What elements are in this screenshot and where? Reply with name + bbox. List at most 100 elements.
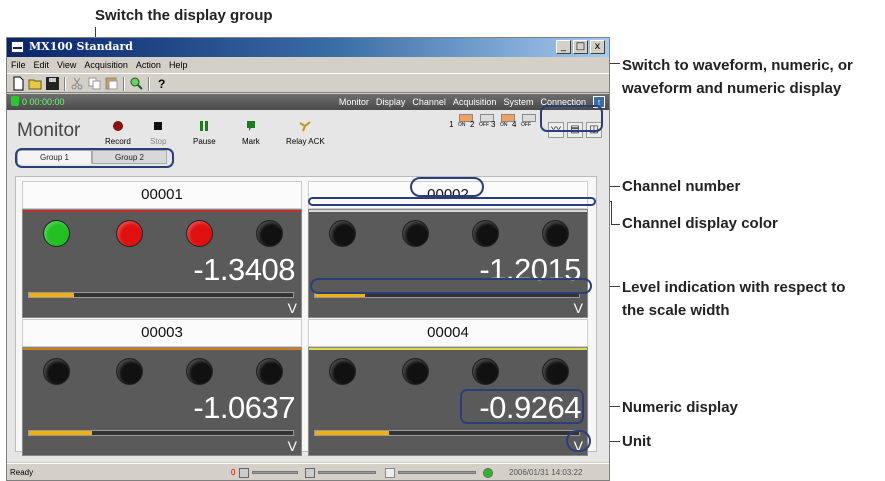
relay-ack-button[interactable]: Relay ACK [286,120,325,146]
annotation-level-1: Level indication with respect to [622,279,846,296]
annotation-channel-number: Channel number [622,178,741,195]
new-file-icon[interactable] [11,76,26,91]
menu-help[interactable]: Help [169,57,188,73]
record-button[interactable]: Record [105,120,131,146]
alarm-lamp [472,220,499,247]
help-icon[interactable]: ? [154,76,169,91]
channel-state-indicators: 1 ON 2 OFF 3 ON 4 OFF [449,114,536,129]
menu-view[interactable]: View [57,57,76,73]
level-fill [29,431,93,435]
memory-usage-bar [252,471,298,474]
toolbar-separator [123,77,125,91]
channel-color-line [23,210,301,212]
alarm-lamp [329,358,356,385]
alarm-lamp [186,220,213,247]
channel-body: -1.2015 V [308,209,588,318]
menu-edit[interactable]: Edit [34,57,50,73]
channel-state-number: 1 [449,120,454,129]
toolbar-separator [148,77,150,91]
open-folder-icon[interactable] [28,76,43,91]
maximize-button[interactable]: □ [573,40,588,54]
svg-text:?: ? [158,77,165,91]
alarm-lamp [116,220,143,247]
elapsed-time: 0 00:00:00 [11,94,65,110]
channel-card: 00001 -1.3408 V [22,181,302,318]
channel-state-number: 3 [491,120,496,129]
channel-state-box [522,114,536,122]
save-icon[interactable] [45,76,60,91]
nav-display[interactable]: Display [376,94,406,110]
channel-number: 00003 [22,319,302,347]
title-bar[interactable]: MX100 Standard _ □ x [7,38,609,57]
annotation-switch-display-1: Switch to waveform, numeric, or [622,57,853,74]
window-title: MX100 Standard [29,40,133,53]
nav-monitor[interactable]: Monitor [339,94,369,110]
annotation-level-2: the scale width [622,302,730,319]
channel-state-4[interactable]: 4 OFF [512,114,536,129]
close-button[interactable]: x [590,40,605,54]
alarm-lamp [43,220,70,247]
channel-body: -1.3408 V [22,209,302,318]
alarm-lamp [116,358,143,385]
cut-icon[interactable] [70,76,85,91]
level-bar [314,430,580,436]
pause-label: Pause [193,137,216,146]
channel-card: 00004 -0.9264 V [308,319,588,456]
copy-icon[interactable] [87,76,102,91]
status-datetime: 2006/01/31 14:03:22 [509,468,583,477]
connection-icon [483,468,493,478]
nav-system[interactable]: System [503,94,533,110]
annotation-numeric-display: Numeric display [622,399,738,416]
alarm-lamp [542,358,569,385]
minimize-button[interactable]: _ [556,40,571,54]
leader-line [611,224,620,225]
channel-body: -1.0637 V [22,347,302,456]
highlight-display-buttons [540,105,603,132]
level-fill [29,293,74,297]
app-navigation-strip: 0 00:00:00 Monitor Display Channel Acqui… [7,94,609,110]
highlight-numeric-display [460,389,584,424]
menu-file[interactable]: File [11,57,26,73]
unit-label: V [287,300,297,316]
memory-icon [239,468,249,478]
app-icon [11,41,24,53]
status-text: Ready [10,468,34,477]
stage: Switch the display group Switch to wavef… [0,0,885,481]
connection-status-icon [11,96,19,106]
mark-button[interactable]: Mark [242,120,260,146]
paste-icon[interactable] [104,76,119,91]
level-bar [28,292,294,298]
menu-bar: File Edit View Acquisition Action Help [7,57,609,73]
unit-label: V [573,300,583,316]
numeric-value: -1.0637 [193,390,295,425]
alarm-lamp [256,220,283,247]
unit-label: V [287,438,297,454]
menu-action[interactable]: Action [136,57,161,73]
channel-color-line [23,348,301,350]
channel-state-number: 4 [512,120,517,129]
pause-icon [200,121,209,131]
record-count: 0 [231,468,236,477]
pause-button[interactable]: Pause [193,120,216,146]
relay-ack-label: Relay ACK [286,137,325,146]
menu-acquisition[interactable]: Acquisition [84,57,128,73]
disk-usage-bar [318,471,376,474]
channel-number: 00001 [22,181,302,209]
alarm-lamp [256,358,283,385]
nav-acquisition[interactable]: Acquisition [453,94,497,110]
page-title: Monitor [17,120,81,141]
nav-channel[interactable]: Channel [412,94,446,110]
alarm-lamp [542,220,569,247]
annotation-channel-color: Channel display color [622,215,778,232]
stop-label: Stop [150,137,167,146]
record-label: Record [105,137,131,146]
annotation-switch-display-2: waveform and numeric display [622,80,842,97]
record-icon [112,121,123,131]
stop-button[interactable]: Stop [150,120,166,146]
annotation-switch-group: Switch the display group [95,7,273,24]
search-icon[interactable] [129,76,144,91]
channel-card: 00003 -1.0637 V [22,319,302,456]
channel-state-label: OFF [521,122,531,128]
channel-color-line [309,210,587,212]
annotation-unit: Unit [622,433,652,450]
